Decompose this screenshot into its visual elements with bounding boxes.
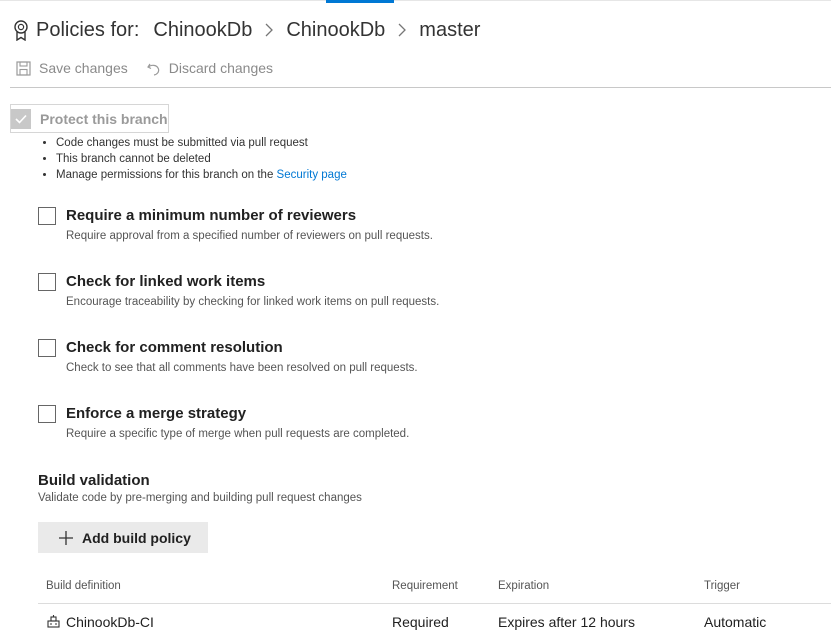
merge-strategy-checkbox[interactable] (38, 405, 56, 423)
policy-title: Enforce a merge strategy (66, 405, 247, 422)
permissions-text: Manage permissions for this branch on th… (56, 169, 277, 181)
column-header-build-definition[interactable]: Build definition (46, 580, 121, 592)
chevron-right-icon (264, 23, 274, 37)
column-header-trigger[interactable]: Trigger (704, 580, 740, 592)
build-definition-name: ChinookDb-CI (66, 614, 154, 630)
policy-description: Require a specific type of merge when pu… (66, 428, 410, 440)
min-reviewers-checkbox[interactable] (38, 207, 56, 225)
build-icon (47, 615, 60, 628)
add-build-policy-button[interactable]: Add build policy (38, 522, 208, 553)
chevron-right-icon (397, 23, 407, 37)
build-requirement: Required (392, 614, 449, 630)
award-ribbon-icon (12, 19, 30, 42)
save-button[interactable]: Save changes (16, 60, 128, 76)
protect-branch-details: Code changes must be submitted via pull … (38, 135, 347, 183)
policy-title: Require a minimum number of reviewers (66, 207, 357, 224)
comment-resolution-checkbox[interactable] (38, 339, 56, 357)
build-validation-title: Build validation (38, 472, 150, 489)
column-header-expiration[interactable]: Expiration (498, 580, 549, 592)
list-item: Manage permissions for this branch on th… (56, 167, 347, 183)
active-tab-indicator (326, 0, 394, 3)
breadcrumb-repo[interactable]: ChinookDb (286, 19, 385, 42)
top-border (0, 0, 831, 1)
protect-branch-label: Protect this branch (40, 110, 168, 127)
policy-title: Check for linked work items (66, 273, 266, 290)
list-item: Code changes must be submitted via pull … (56, 135, 347, 151)
plus-icon (59, 530, 73, 545)
policy-description: Check to see that all comments have been… (66, 362, 418, 374)
build-trigger: Automatic (704, 614, 767, 630)
policy-title: Check for comment resolution (66, 339, 283, 356)
breadcrumb-project[interactable]: ChinookDb (153, 19, 252, 42)
title-prefix: Policies for: (36, 18, 140, 41)
policy-description: Require approval from a specified number… (66, 230, 433, 242)
save-icon (16, 60, 31, 76)
table-divider (38, 603, 831, 604)
checkmark-icon (11, 108, 31, 129)
linked-work-items-checkbox[interactable] (38, 273, 56, 291)
add-build-policy-label: Add build policy (82, 529, 191, 546)
breadcrumb-branch[interactable]: master (419, 19, 480, 42)
page-title: Policies for: ChinookDb ChinookDb master (12, 16, 480, 44)
discard-button-label: Discard changes (168, 60, 274, 76)
security-page-link[interactable]: Security page (277, 169, 347, 181)
toolbar: Save changes Discard changes (16, 58, 291, 78)
list-item: This branch cannot be deleted (56, 151, 347, 167)
table-row[interactable]: ChinookDb-CI (47, 614, 154, 630)
policy-description: Encourage traceability by checking for l… (66, 296, 440, 308)
build-expiration: Expires after 12 hours (498, 614, 635, 630)
column-header-requirement[interactable]: Requirement (392, 580, 458, 592)
undo-icon (146, 63, 159, 76)
discard-button[interactable]: Discard changes (146, 60, 273, 76)
toolbar-divider (10, 87, 831, 88)
build-validation-subtitle: Validate code by pre-merging and buildin… (38, 492, 362, 504)
protect-branch-checkbox[interactable]: Protect this branch (10, 104, 169, 133)
save-button-label: Save changes (39, 60, 128, 76)
